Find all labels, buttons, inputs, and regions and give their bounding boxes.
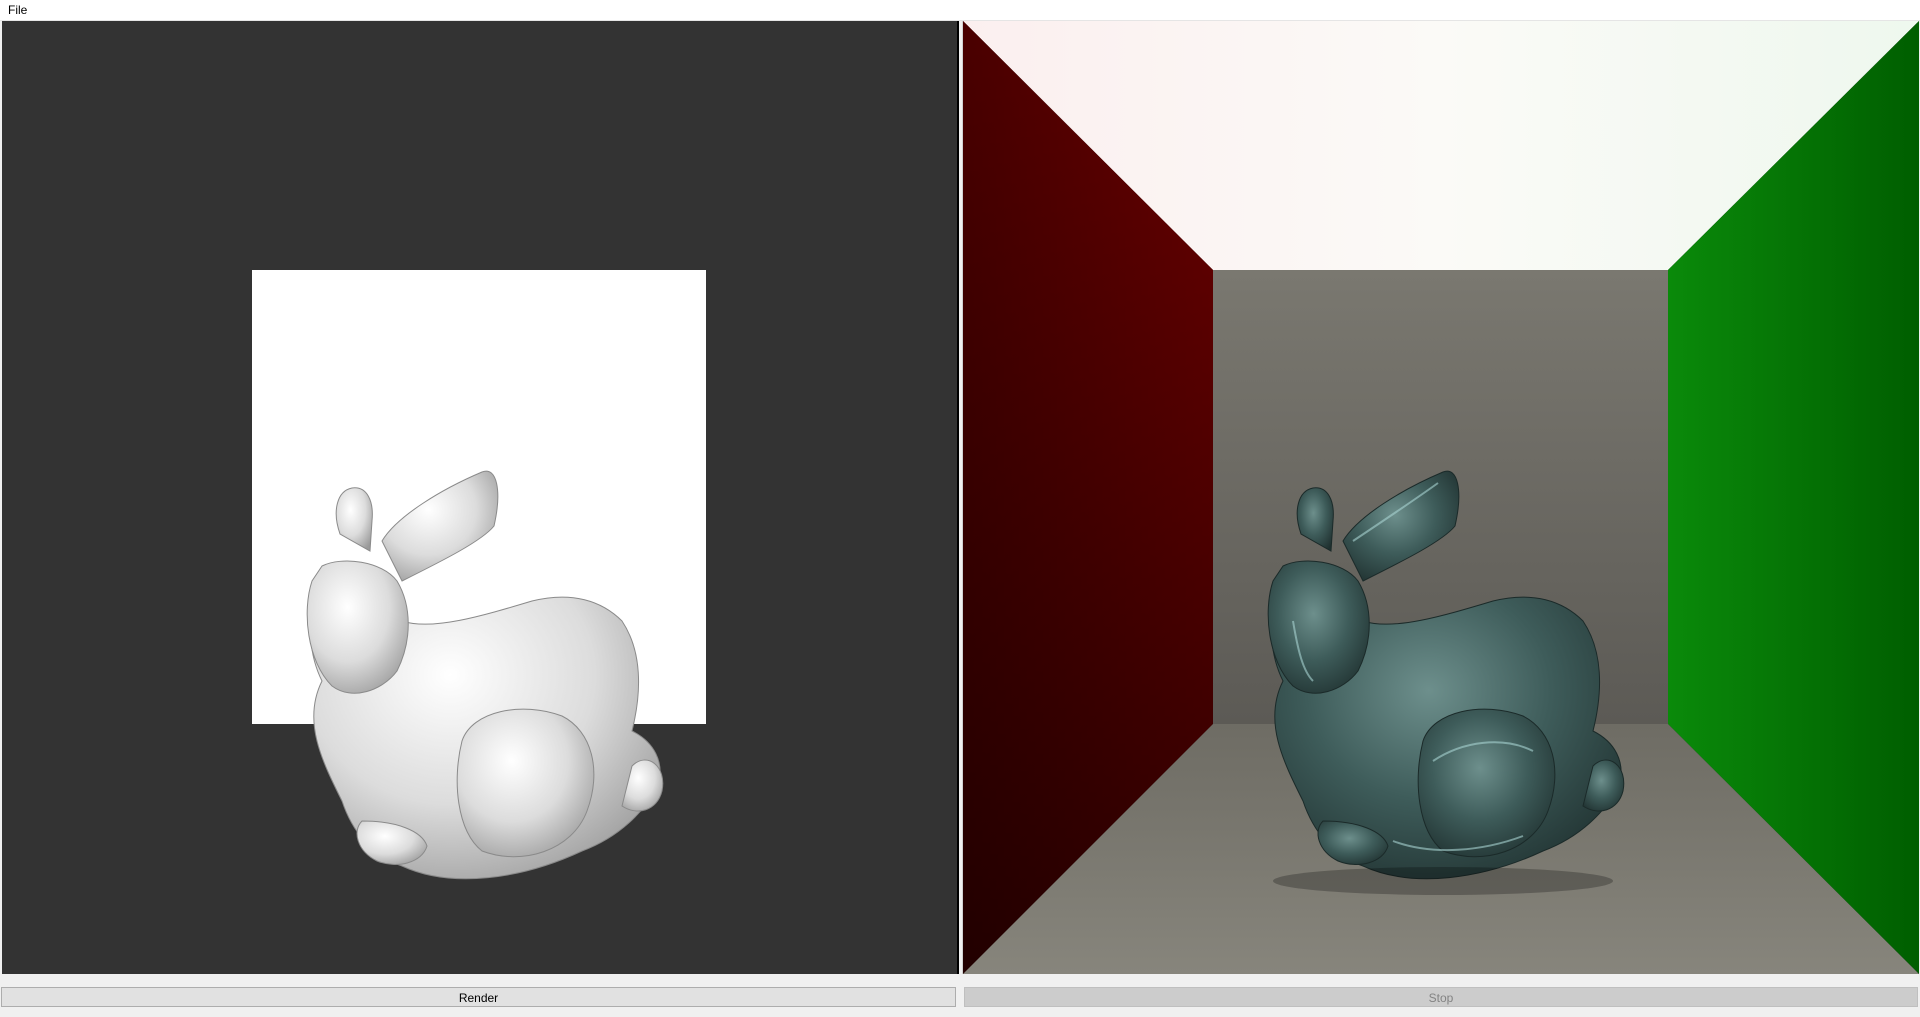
render-button[interactable]: Render (1, 987, 956, 1007)
menu-file[interactable]: File (4, 2, 31, 18)
preview-viewport[interactable] (2, 21, 959, 974)
bunny-shadow (1273, 867, 1613, 895)
stop-button[interactable]: Stop (964, 987, 1918, 1007)
render-scene (963, 21, 1919, 974)
preview-scene (2, 21, 957, 974)
menu-bar: File (0, 0, 1920, 21)
render-viewport (962, 21, 1919, 974)
